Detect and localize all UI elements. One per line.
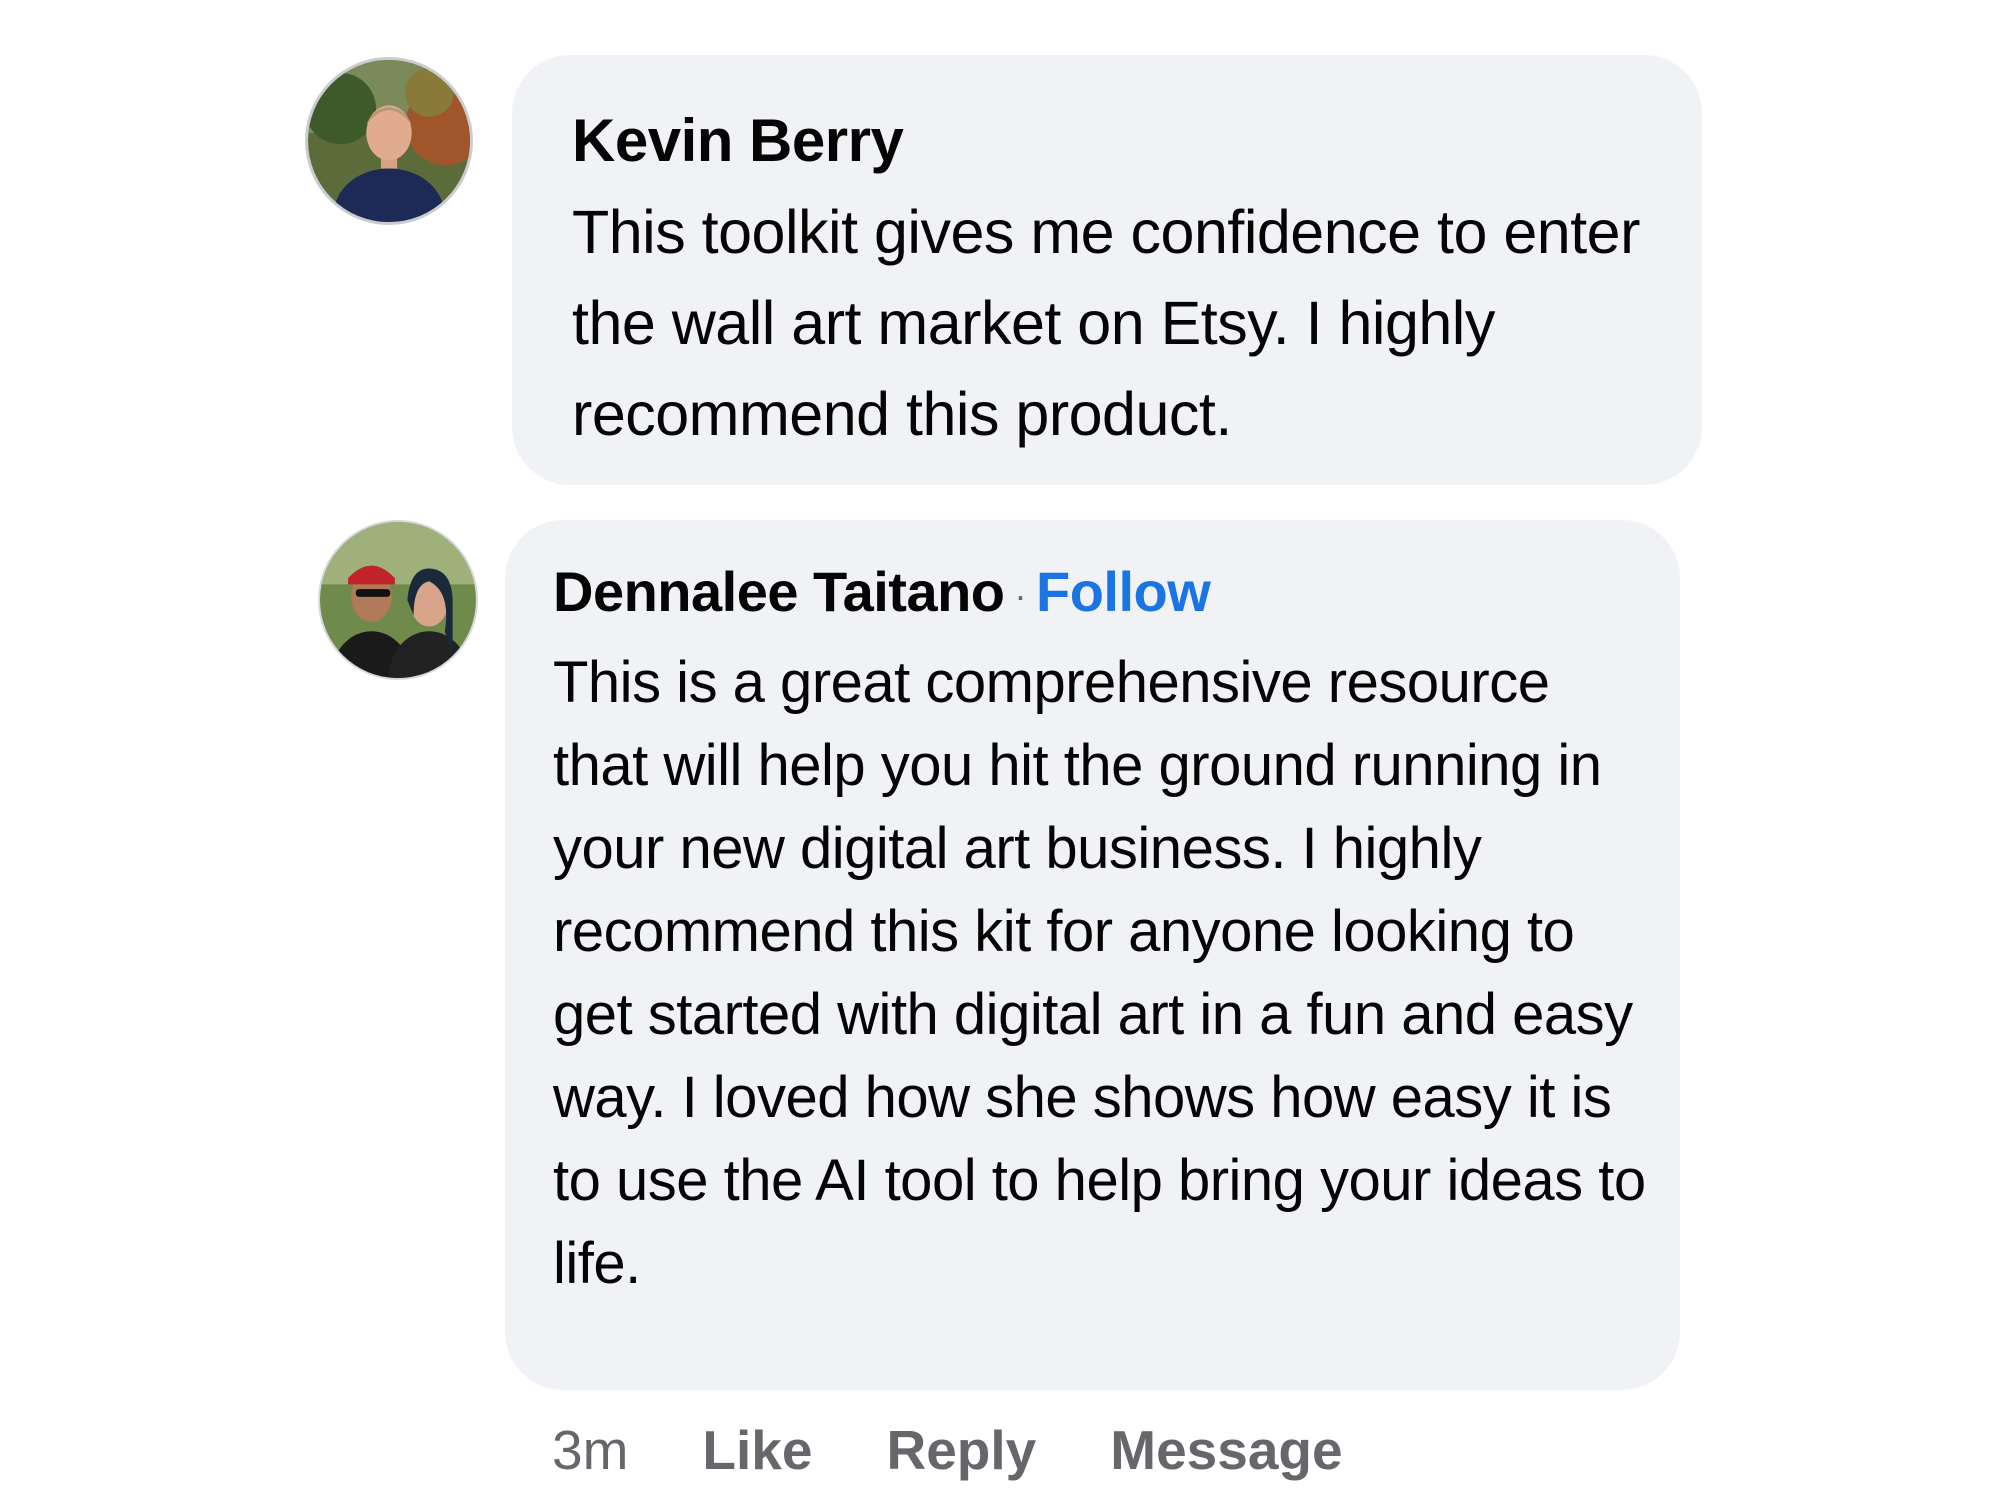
comment-bubble: Dennalee Taitano · Follow This is a great … <box>505 520 1680 1390</box>
comment-bubble: Kevin Berry This toolkit gives me confid… <box>512 55 1702 485</box>
profile-photo-icon <box>320 522 476 678</box>
comment-text: This is a great comprehensive resource t… <box>553 650 1646 1297</box>
avatar-dennalee-taitano[interactable] <box>318 520 478 680</box>
comment-author[interactable]: Dennalee Taitano <box>553 560 1005 623</box>
comment-header: Dennalee Taitano · Follow <box>553 547 1650 641</box>
comment-actions: 3m Like Reply Message <box>552 1410 1417 1490</box>
avatar-kevin-berry[interactable] <box>305 57 473 225</box>
reply-button[interactable]: Reply <box>886 1419 1036 1481</box>
separator-dot: · <box>1014 575 1027 617</box>
follow-button[interactable]: Follow <box>1036 560 1211 623</box>
comment-author[interactable]: Kevin Berry <box>572 95 1662 187</box>
comment-timestamp[interactable]: 3m <box>552 1419 628 1481</box>
message-button[interactable]: Message <box>1110 1419 1342 1481</box>
comment-text: This toolkit gives me confidence to ente… <box>572 198 1640 448</box>
like-button[interactable]: Like <box>702 1419 812 1481</box>
profile-photo-icon <box>308 60 470 222</box>
